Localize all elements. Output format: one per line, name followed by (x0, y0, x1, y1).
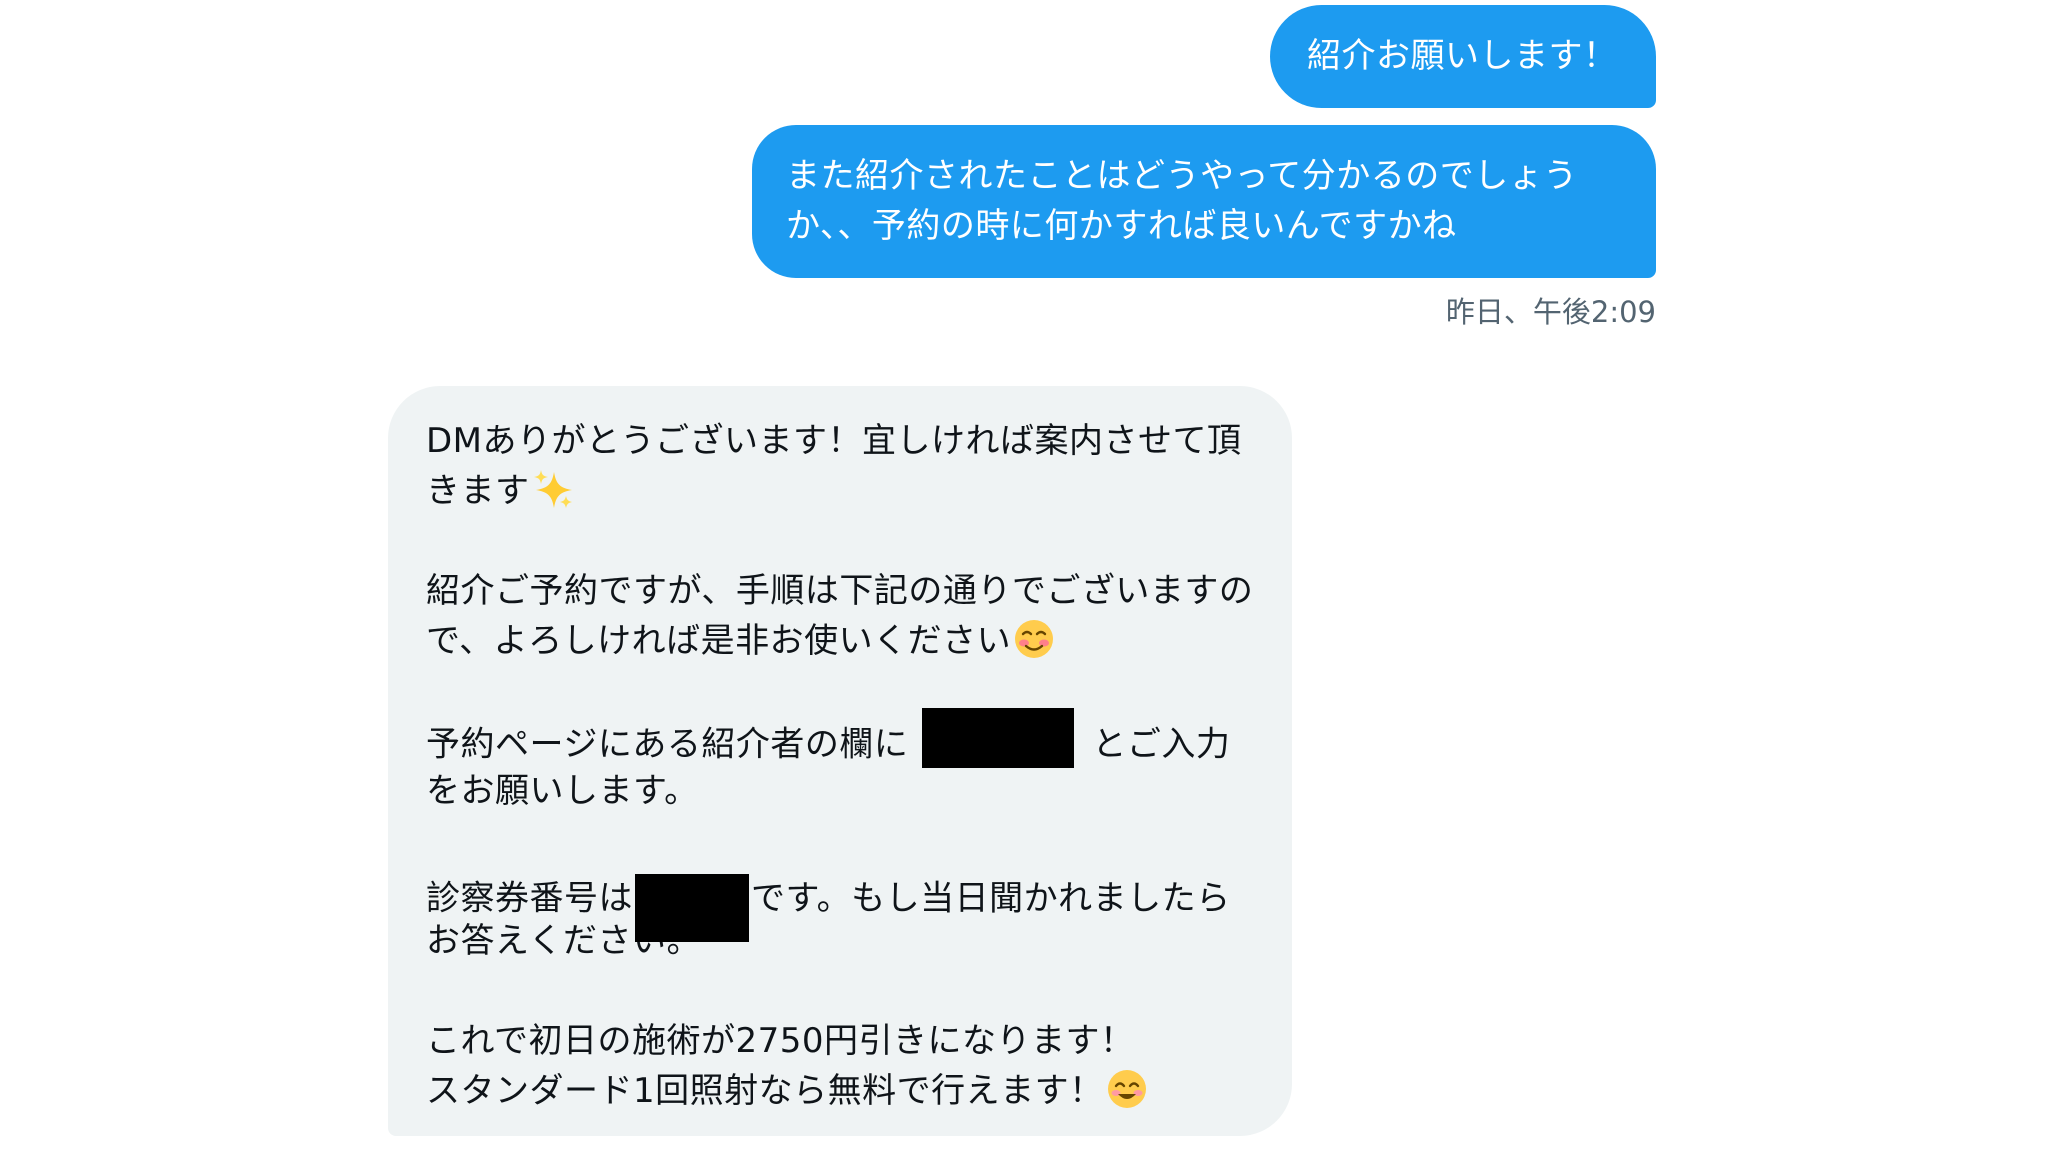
message-text: スタンダード1回照射なら無料で行えます！ (426, 1071, 1104, 1111)
dm-conversation: 紹介お願いします！ また紹介されたことはどうやって分かるのでしょう か、、予約の… (0, 0, 2048, 1154)
message-timestamp: 昨日、午後2:09 (1445, 295, 1656, 329)
redaction-block (635, 874, 749, 942)
message-text-line: きます (426, 466, 1292, 516)
message-text: 診察券番号は (426, 878, 633, 919)
message-text: で、よろしければ是非お使いください (426, 621, 1012, 661)
message-text-line: 予約ページにある紹介者の欄に とご入力 (426, 708, 1292, 768)
message-text: 予約ページにある紹介者の欄に (426, 724, 909, 765)
sent-message-bubble[interactable]: 紹介お願いします！ (1270, 5, 1656, 108)
message-text-line: スタンダード1回照射なら無料で行えます！ (426, 1066, 1292, 1116)
received-message-bubble[interactable]: DMありがとうございます！宜しければ案内させて頂 きます 紹介ご予約ですが、手順… (388, 386, 1292, 1136)
smiling-face-eyes-icon (1106, 1068, 1148, 1110)
message-text: また紹介されたことはどうやって分かるのでしょう (786, 156, 1578, 196)
sent-message-bubble[interactable]: また紹介されたことはどうやって分かるのでしょう か、、予約の時に何かすれば良いん… (752, 125, 1656, 278)
message-text: をお願いします。 (426, 771, 699, 811)
message-text: か、、予約の時に何かすれば良いんですかね (786, 206, 1457, 246)
sparkles-icon (532, 468, 574, 510)
message-text: DMありがとうございます！宜しければ案内させて頂 (426, 421, 1242, 461)
message-text: です。もし当日聞かれましたら (751, 878, 1231, 919)
redaction-block (922, 708, 1075, 768)
message-text-line: 診察券番号は です。もし当日聞かれましたら (426, 866, 1292, 942)
message-text: きます (426, 471, 530, 511)
message-text: とご入力 (1092, 724, 1231, 765)
message-text-line: で、よろしければ是非お使いください (426, 616, 1292, 666)
message-text: お答えください。 (426, 921, 701, 961)
smiling-face-blush-icon (1013, 618, 1055, 660)
message-text: これで初日の施術が2750円引きになります！ (426, 1021, 1135, 1061)
message-text: 紹介ご予約ですが、手順は下記の通りでございますの (426, 571, 1254, 611)
message-text: 紹介お願いします！ (1307, 36, 1618, 76)
